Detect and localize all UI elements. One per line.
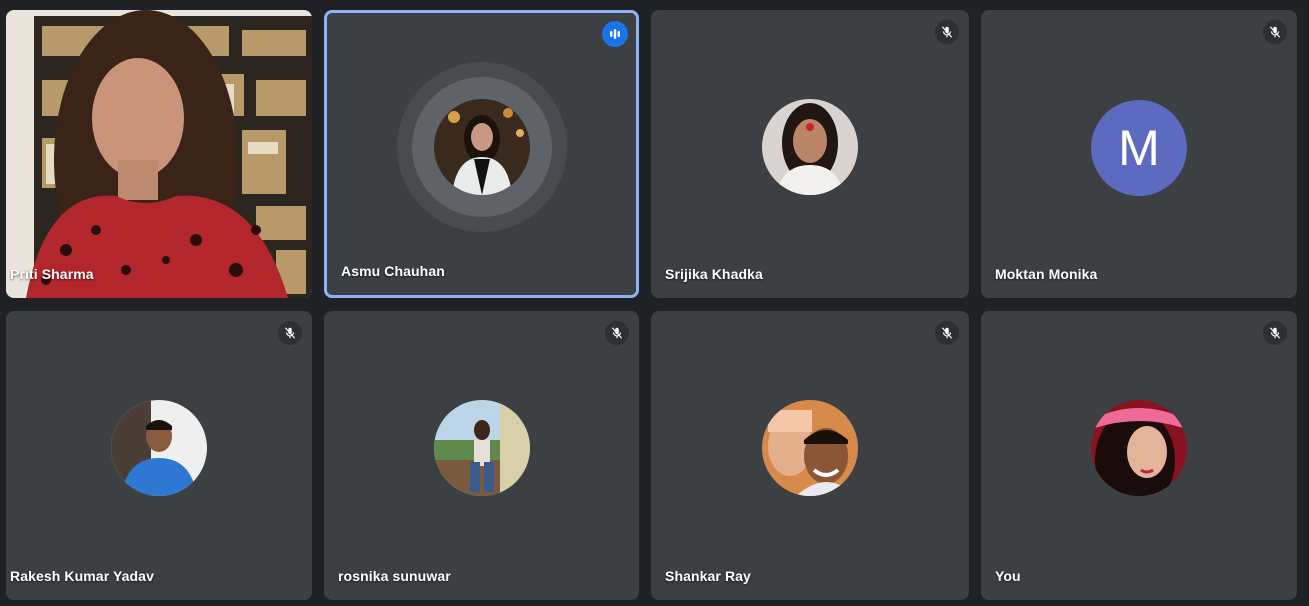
participant-name: Rakesh Kumar Yadav: [10, 568, 154, 584]
participant-tile-rosnika-sunuwar[interactable]: rosnika sunuwar: [324, 311, 639, 600]
participant-name: Shankar Ray: [665, 568, 751, 584]
audio-level-icon: [602, 21, 628, 47]
mic-off-icon: [278, 321, 302, 345]
avatar: [433, 99, 530, 195]
participant-tile-moktan-monika[interactable]: M Moktan Monika: [981, 10, 1297, 298]
participant-name: rosnika sunuwar: [338, 568, 451, 584]
avatar: [762, 399, 858, 496]
mic-off-icon: [935, 20, 959, 44]
participant-tile-srijika-khadka[interactable]: Srijika Khadka: [651, 10, 969, 298]
mic-off-icon: [1263, 20, 1287, 44]
participant-grid: Priti Sharma Asmu Chauhan Srijika Khadka…: [0, 0, 1309, 606]
participant-tile-priti-sharma[interactable]: Priti Sharma: [6, 10, 312, 298]
avatar: [111, 399, 207, 496]
participant-tile-asmu-chauhan[interactable]: Asmu Chauhan: [324, 10, 639, 298]
participant-tile-rakesh-kumar-yadav[interactable]: Rakesh Kumar Yadav: [6, 311, 312, 600]
avatar: [762, 99, 858, 195]
mic-off-icon: [1263, 321, 1287, 345]
mic-off-icon: [935, 321, 959, 345]
mic-off-icon: [605, 321, 629, 345]
participant-name: Priti Sharma: [10, 266, 94, 282]
letter-avatar: M: [1091, 100, 1187, 196]
participant-name: Moktan Monika: [995, 266, 1098, 282]
avatar: [1091, 399, 1187, 496]
participant-video: [6, 10, 312, 298]
participant-name: You: [995, 568, 1021, 584]
participant-name: Asmu Chauhan: [341, 263, 445, 279]
participant-tile-you[interactable]: You: [981, 311, 1297, 600]
participant-tile-shankar-ray[interactable]: Shankar Ray: [651, 311, 969, 600]
participant-name: Srijika Khadka: [665, 266, 763, 282]
avatar: [433, 399, 530, 496]
